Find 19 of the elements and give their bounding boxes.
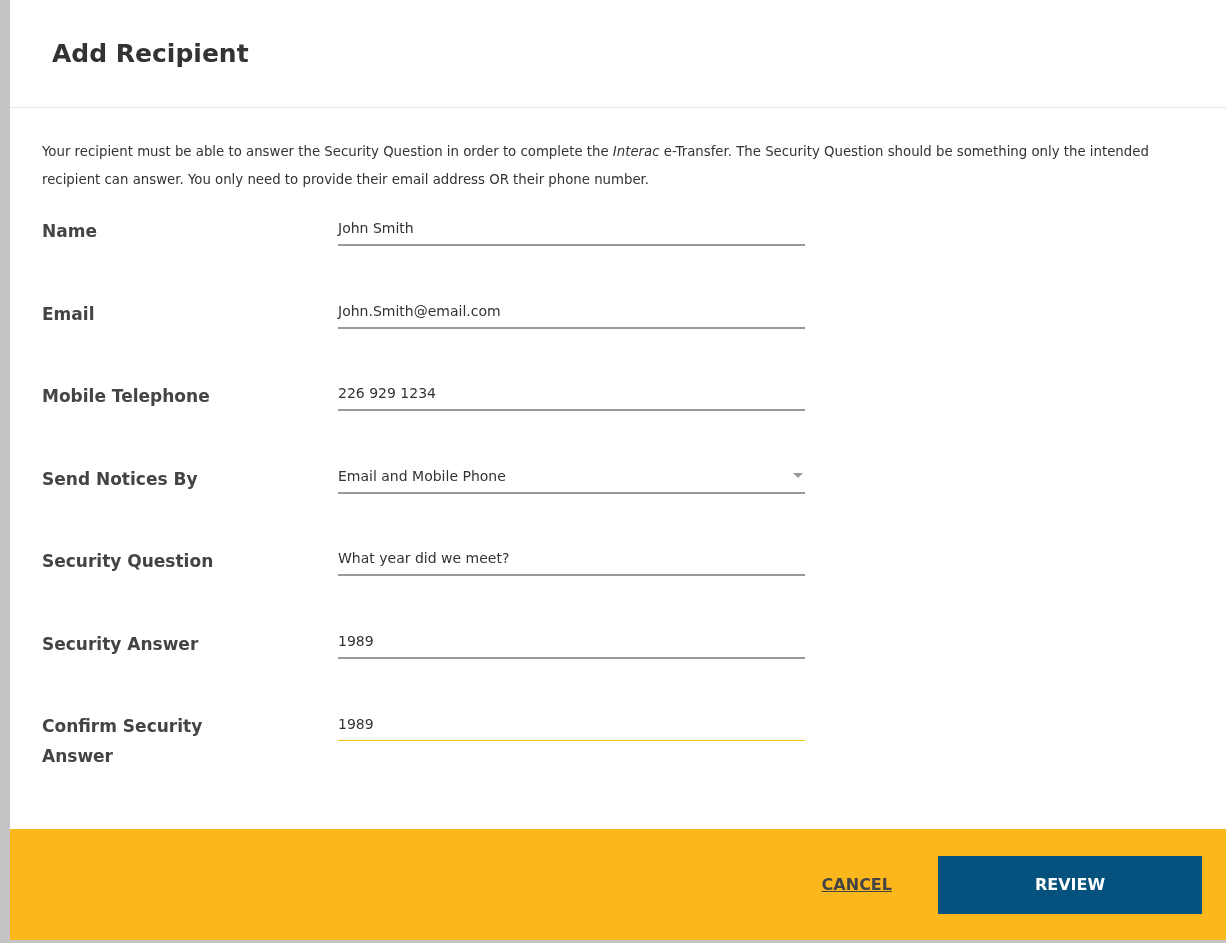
field-label: Mobile Telephone	[42, 385, 211, 408]
field-label: Security Answer	[42, 632, 200, 656]
field-label: Send Notices By	[42, 467, 199, 491]
input-field[interactable]: 226 929 1234	[338, 377, 805, 411]
input-field[interactable]: John Smith	[338, 212, 805, 246]
cancel-link[interactable]: CANCEL	[821, 875, 892, 894]
caret-icon	[793, 473, 803, 478]
field-label: Email	[42, 302, 96, 326]
input-field[interactable]: John.Smith@email.com	[338, 294, 805, 329]
field-label: Name	[42, 220, 98, 243]
intro-text: Your recipient must be able to answer the Security Question in order to complete the Interac e-Transfer. The Security Question should be something only the intended recipient can answer. You only need to provide their email address OR their phone number.	[42, 143, 1150, 189]
review-button[interactable]: REVIEW	[938, 855, 1202, 914]
input-field[interactable]: 1989	[338, 707, 805, 741]
input-field[interactable]: 1989	[338, 624, 805, 659]
field-label: Confirm Security Answer	[42, 715, 204, 768]
dialog-title: Add Recipient	[52, 39, 249, 68]
field-label: Security Question	[42, 550, 215, 573]
input-field[interactable]: What year did we meet?	[338, 542, 805, 576]
dropdown-field[interactable]: Email and Mobile Phone	[338, 459, 805, 494]
